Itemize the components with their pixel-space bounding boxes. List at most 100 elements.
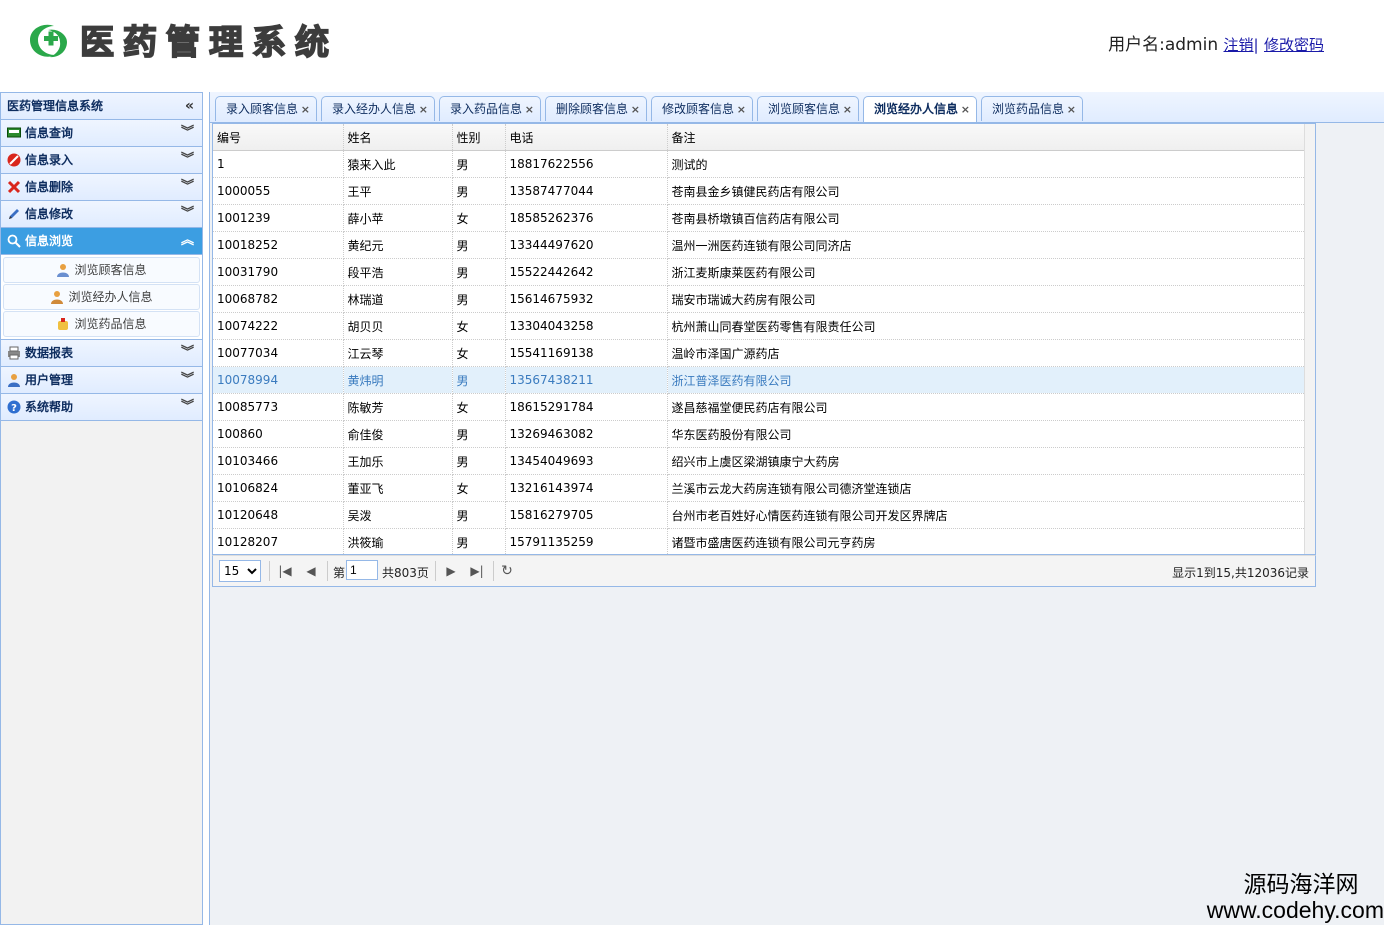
table-row[interactable]: 10106824 董亚飞女 13216143974 兰溪市云龙大药房连锁有限公司德济堂… xyxy=(213,474,1306,502)
watermark-title: 源码海洋网 xyxy=(1243,871,1359,897)
tab-entry-customer[interactable]: 录入顾客信息 × xyxy=(215,96,317,121)
sidebar-item-help[interactable]: ? 系统帮助 ︾ xyxy=(1,394,202,421)
chevron-up-icon: ︽ xyxy=(180,233,194,248)
close-icon[interactable]: × xyxy=(525,97,534,122)
cell-phone: 15541169138 xyxy=(505,339,668,367)
table-row[interactable]: 10077034 江云琴女 15541169138 温岭市泽国广源药店 xyxy=(213,339,1306,367)
cell-phone: 13304043258 xyxy=(505,312,668,340)
main-panel: 录入顾客信息 × 录入经办人信息 × 录入药品信息 × 删除顾客信息 × 修改顾客信息 ×… xyxy=(209,92,1384,925)
table-row[interactable]: 1000055 王平男 13587477044 苍南县金乡镇健民药店有限公司 xyxy=(213,177,1306,205)
cell-gender: 男 xyxy=(452,501,506,529)
tab-delete-customer[interactable]: 删除顾客信息 × xyxy=(545,96,647,121)
page-number-input[interactable] xyxy=(346,560,378,580)
tab-browse-medicine[interactable]: 浏览药品信息 × xyxy=(981,96,1083,121)
chevron-down-icon: ︾ xyxy=(180,125,194,140)
table-row[interactable]: 1 猿来入此男 18817622556 测试的 xyxy=(213,150,1306,178)
logout-link[interactable]: 注销 xyxy=(1224,36,1254,54)
table-row[interactable]: 10074222 胡贝贝女 13304043258 杭州萧山同春堂医药零售有限责任公司 xyxy=(213,312,1306,340)
sidebar-item-edit[interactable]: 信息修改 ︾ xyxy=(1,201,202,228)
chevron-down-icon: ︾ xyxy=(180,152,194,167)
cell-id: 1 xyxy=(213,150,344,178)
submenu-browse-medicine[interactable]: 浏览药品信息 xyxy=(3,311,200,337)
cell-id: 10120648 xyxy=(213,501,344,529)
chevron-down-icon: ︾ xyxy=(180,399,194,414)
table-row[interactable]: 10120648 吴泼男 15816279705 台州市老百姓好心情医药连锁有限公司开… xyxy=(213,501,1306,529)
column-header-gender[interactable]: 性别 xyxy=(452,124,506,151)
close-icon[interactable]: × xyxy=(1067,97,1076,122)
vertical-scrollbar[interactable] xyxy=(1304,124,1315,554)
sidebar-item-label: 用户管理 xyxy=(25,373,74,387)
cell-phone: 13216143974 xyxy=(505,474,668,502)
first-page-icon[interactable]: |◀ xyxy=(277,562,293,580)
cell-id: 1000055 xyxy=(213,177,344,205)
close-icon[interactable]: × xyxy=(843,97,852,122)
close-icon[interactable]: × xyxy=(961,97,970,122)
cell-id: 10078994 xyxy=(213,366,344,394)
column-header-phone[interactable]: 电话 xyxy=(505,124,668,151)
cell-name: 王平 xyxy=(343,177,453,205)
sidebar-item-browse[interactable]: 信息浏览 ︽ xyxy=(1,228,202,255)
refresh-icon[interactable]: ↻ xyxy=(499,562,515,580)
table-row[interactable]: 100860 俞佳俊男 13269463082 华东医药股份有限公司 xyxy=(213,420,1306,448)
table-row[interactable]: 10031790 段平浩男 15522442642 浙江麦斯康莱医药有限公司 xyxy=(213,258,1306,286)
sidebar-item-entry[interactable]: 信息录入 ︾ xyxy=(1,147,202,174)
column-header-name[interactable]: 姓名 xyxy=(343,124,453,151)
cell-id: 10074222 xyxy=(213,312,344,340)
tab-label: 录入药品信息 xyxy=(450,102,523,116)
pager-info: 显示1到15,共12036记录 xyxy=(1172,566,1309,580)
cell-note: 遂昌慈福堂便民药店有限公司 xyxy=(667,393,1306,421)
table-row[interactable]: 10103466 王加乐男 13454049693 绍兴市上虞区梁湖镇康宁大药房 xyxy=(213,447,1306,475)
tab-entry-agent[interactable]: 录入经办人信息 × xyxy=(321,96,435,121)
pager-separator xyxy=(493,561,494,581)
tab-edit-customer[interactable]: 修改顾客信息 × xyxy=(651,96,753,121)
sidebar-item-users[interactable]: 用户管理 ︾ xyxy=(1,367,202,394)
table-row[interactable]: 1001239 薛小苹女 18585262376 苍南县桥墩镇百信药店有限公司 xyxy=(213,204,1306,232)
tab-browse-customer[interactable]: 浏览顾客信息 × xyxy=(757,96,859,121)
sidebar-item-reports[interactable]: 数据报表 ︾ xyxy=(1,340,202,367)
submenu-browse-agent[interactable]: 浏览经办人信息 xyxy=(3,284,200,310)
column-header-note[interactable]: 备注 xyxy=(667,124,1306,151)
cell-name: 董亚飞 xyxy=(343,474,453,502)
table-row[interactable]: 10068782 林瑞道男 15614675932 瑞安市瑞诚大药房有限公司 xyxy=(213,285,1306,313)
chevron-down-icon: ︾ xyxy=(180,179,194,194)
close-icon[interactable]: × xyxy=(301,97,310,122)
sidebar-item-query[interactable]: 信息查询 ︾ xyxy=(1,120,202,147)
page-total-label: 共803页 xyxy=(382,566,429,580)
column-header-id[interactable]: 编号 xyxy=(213,124,344,151)
svg-text:?: ? xyxy=(11,403,17,414)
cell-gender: 男 xyxy=(452,177,506,205)
tab-label: 删除顾客信息 xyxy=(556,102,629,116)
cell-phone: 13587477044 xyxy=(505,177,668,205)
collapse-icon[interactable]: « xyxy=(185,93,194,119)
pager-separator xyxy=(327,561,328,581)
user-icon xyxy=(8,374,20,387)
cell-name: 洪筱瑜 xyxy=(343,528,453,554)
page-prefix-label: 第 xyxy=(333,566,346,580)
tab-entry-medicine[interactable]: 录入药品信息 × xyxy=(439,96,541,121)
table-row[interactable]: 10078994 黄炜明男 13567438211 浙江普泽医药有限公司 xyxy=(213,366,1306,394)
close-icon[interactable]: × xyxy=(419,97,428,122)
table-row[interactable]: 10018252 黄纪元男 13344497620 温州一洲医药连锁有限公司同济店 xyxy=(213,231,1306,259)
table-row[interactable]: 10128207 洪筱瑜男 15791135259 诸暨市盛唐医药连锁有限公司元亨药房 xyxy=(213,528,1306,554)
cell-id: 10031790 xyxy=(213,258,344,286)
change-password-link[interactable]: 修改密码 xyxy=(1264,36,1324,54)
last-page-icon[interactable]: ▶| xyxy=(469,562,485,580)
cell-note: 温岭市泽国广源药店 xyxy=(667,339,1306,367)
cell-id: 100860 xyxy=(213,420,344,448)
close-icon[interactable]: × xyxy=(631,97,640,122)
table-row[interactable]: 10085773 陈敏芳女 18615291784 遂昌慈福堂便民药店有限公司 xyxy=(213,393,1306,421)
page-size-select[interactable]: 15 xyxy=(219,560,261,582)
next-page-icon[interactable]: ▶ xyxy=(443,562,459,580)
tab-browse-agent[interactable]: 浏览经办人信息 × xyxy=(863,96,977,122)
cell-name: 俞佳俊 xyxy=(343,420,453,448)
prev-page-icon[interactable]: ◀ xyxy=(303,562,319,580)
pencil-icon xyxy=(9,209,19,219)
submenu-browse-customer[interactable]: 浏览顾客信息 xyxy=(3,257,200,283)
sidebar-item-delete[interactable]: 信息删除 ︾ xyxy=(1,174,202,201)
close-icon[interactable]: × xyxy=(737,97,746,122)
cell-gender: 女 xyxy=(452,312,506,340)
agent-table: 编号 姓名 性别 电话 备注 1 猿来入此男 18817622556 测试的 10000… xyxy=(213,124,1306,554)
cell-note: 兰溪市云龙大药房连锁有限公司德济堂连锁店 xyxy=(667,474,1306,502)
table-header-row: 编号 姓名 性别 电话 备注 xyxy=(213,124,1306,151)
cell-id: 10085773 xyxy=(213,393,344,421)
